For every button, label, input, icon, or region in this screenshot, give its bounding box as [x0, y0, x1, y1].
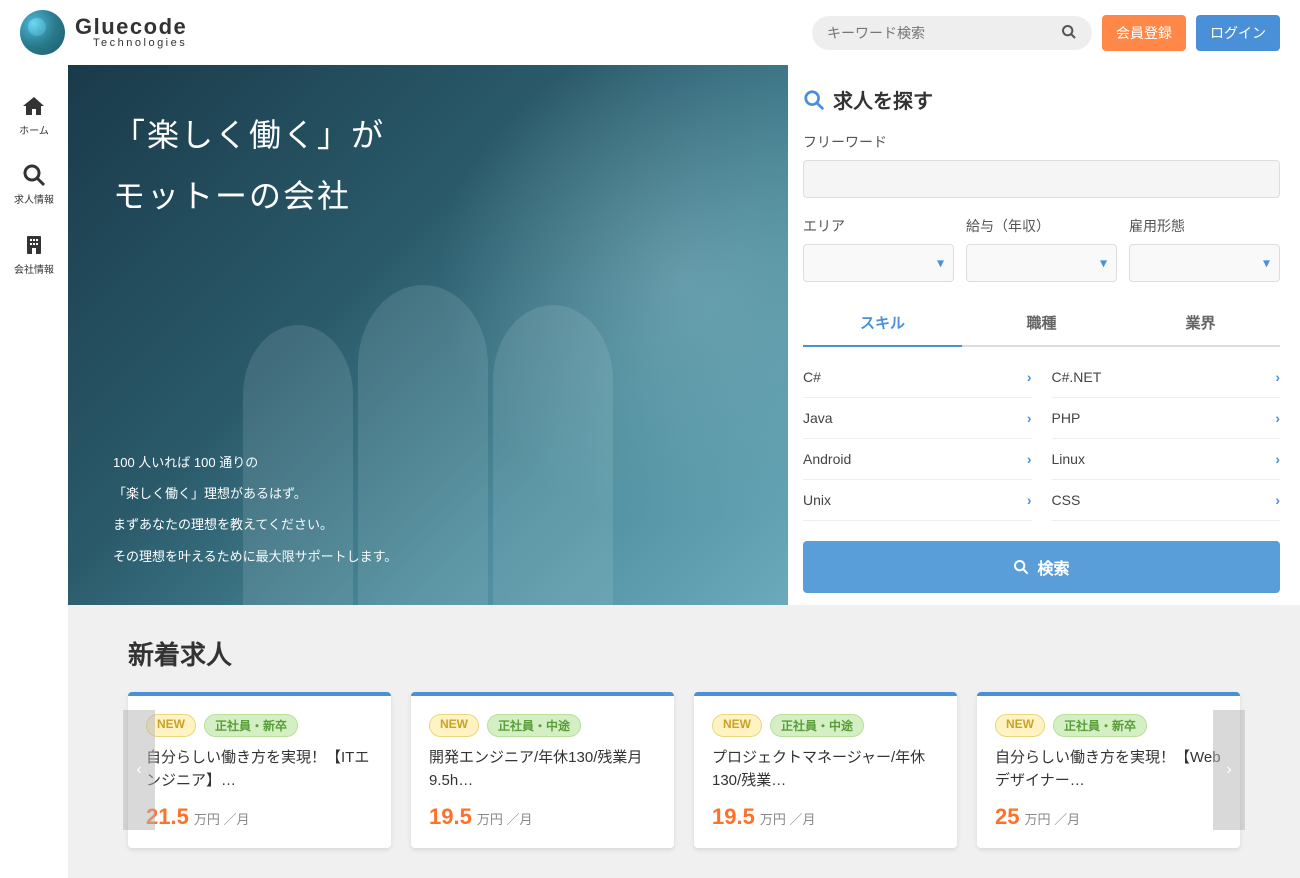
- skill-item[interactable]: Android›: [803, 439, 1032, 480]
- chevron-right-icon: ›: [1275, 451, 1280, 467]
- skill-item[interactable]: Java›: [803, 398, 1032, 439]
- job-card[interactable]: NEW 正社員・中途 開発エンジニア/年休130/残業月9.5h… 19.5万円 …: [411, 692, 674, 848]
- job-salary: 21.5万円 ／月: [146, 804, 373, 830]
- skill-grid: C#› C#.NET› Java› PHP› Android› Linux› U…: [803, 357, 1280, 521]
- register-button[interactable]: 会員登録: [1102, 15, 1186, 51]
- chevron-right-icon: ›: [1027, 492, 1032, 508]
- job-title: プロジェクトマネージャー/年休130/残業…: [712, 747, 939, 792]
- job-card[interactable]: NEW 正社員・中途 プロジェクトマネージャー/年休130/残業… 19.5万円 …: [694, 692, 957, 848]
- sidebar-item-label: 会社情報: [14, 261, 54, 276]
- badge-new: NEW: [995, 714, 1045, 737]
- search-icon: [22, 161, 46, 187]
- badge-type: 正社員・新卒: [204, 714, 298, 737]
- chevron-left-icon: ‹: [136, 761, 141, 779]
- salary-select[interactable]: [966, 244, 1117, 282]
- sidebar-item-company[interactable]: 会社情報: [0, 218, 68, 287]
- sidebar-item-jobs[interactable]: 求人情報: [0, 149, 68, 218]
- tab-skill[interactable]: スキル: [803, 300, 962, 347]
- job-salary: 19.5万円 ／月: [712, 804, 939, 830]
- salary-label: 給与（年収）: [966, 216, 1117, 236]
- building-icon: [22, 230, 46, 256]
- logo-text: Gluecode Technologies: [75, 16, 187, 49]
- job-card[interactable]: NEW正社員・新卒 自分らしい働き方を実現！【ITエンジニア】… 21.5万円 …: [128, 692, 391, 848]
- sidebar-item-home[interactable]: ホーム: [0, 80, 68, 149]
- badge-new: NEW: [429, 714, 479, 737]
- chevron-right-icon: ›: [1226, 761, 1231, 779]
- header-right: 会員登録 ログイン: [812, 15, 1280, 51]
- skill-item[interactable]: CSS›: [1052, 480, 1281, 521]
- area-select[interactable]: [803, 244, 954, 282]
- search-icon[interactable]: [1061, 24, 1077, 42]
- search-icon: [1013, 558, 1029, 576]
- job-card[interactable]: NEW 正社員・新卒 自分らしい働き方を実現！【Webデザイナー… 25万円 ／月: [977, 692, 1240, 848]
- badge-type: 正社員・中途: [770, 714, 864, 737]
- job-title: 自分らしい働き方を実現！【ITエンジニア】…: [146, 747, 373, 792]
- cards: NEW 正社員・新卒 自分らしい働き方を実現！【ITエンジニア】… 21.5万円 …: [128, 692, 1240, 848]
- logo-main: Gluecode: [75, 16, 187, 38]
- new-jobs-heading: 新着求人: [128, 635, 1240, 672]
- skill-item[interactable]: Linux›: [1052, 439, 1281, 480]
- chevron-right-icon: ›: [1027, 451, 1032, 467]
- carousel: ‹ › NEW 正社員・新卒 自分らしい働き方を実現！【ITエンジニア】… 21.…: [128, 692, 1240, 848]
- badge-new: NEW: [712, 714, 762, 737]
- tab-occupation[interactable]: 職種: [962, 300, 1121, 347]
- hero-people-image: [243, 285, 613, 605]
- tab-industry[interactable]: 業界: [1121, 300, 1280, 347]
- login-button[interactable]: ログイン: [1196, 15, 1280, 51]
- chevron-right-icon: ›: [1027, 369, 1032, 385]
- main-container: ホーム 求人情報 会社情報 「楽しく働く」が モットーの会社 100: [0, 65, 1300, 878]
- chevron-right-icon: ›: [1275, 492, 1280, 508]
- hero-row: 「楽しく働く」が モットーの会社 100 人いれば 100 通りの 「楽しく働く…: [68, 65, 1300, 605]
- freeword-label: フリーワード: [803, 132, 1280, 152]
- home-icon: [22, 92, 46, 118]
- carousel-prev-button[interactable]: ‹: [123, 710, 155, 830]
- logo[interactable]: Gluecode Technologies: [20, 10, 187, 55]
- sidebar: ホーム 求人情報 会社情報: [0, 65, 68, 878]
- tabs: スキル 職種 業界: [803, 300, 1280, 347]
- search-icon: [803, 88, 825, 111]
- carousel-next-button[interactable]: ›: [1213, 710, 1245, 830]
- hero: 「楽しく働く」が モットーの会社 100 人いれば 100 通りの 「楽しく働く…: [68, 65, 788, 605]
- filter-row: エリア 給与（年収） 雇用形態: [803, 216, 1280, 282]
- area-label: エリア: [803, 216, 954, 236]
- badge-type: 正社員・新卒: [1053, 714, 1147, 737]
- search-panel: 求人を探す フリーワード エリア 給与（年収） 雇用形態: [788, 65, 1300, 605]
- content: 「楽しく働く」が モットーの会社 100 人いれば 100 通りの 「楽しく働く…: [68, 65, 1300, 878]
- skill-item[interactable]: Unix›: [803, 480, 1032, 521]
- badge-type: 正社員・中途: [487, 714, 581, 737]
- skill-item[interactable]: C#›: [803, 357, 1032, 398]
- header: Gluecode Technologies 会員登録 ログイン: [0, 0, 1300, 65]
- chevron-right-icon: ›: [1275, 369, 1280, 385]
- search-heading-text: 求人を探す: [833, 85, 933, 114]
- logo-sub: Technologies: [75, 38, 187, 49]
- sidebar-item-label: ホーム: [19, 122, 49, 137]
- chevron-right-icon: ›: [1275, 410, 1280, 426]
- job-salary: 19.5万円 ／月: [429, 804, 656, 830]
- search-button-label: 検索: [1037, 555, 1069, 579]
- employment-select[interactable]: [1129, 244, 1280, 282]
- hero-title-2: モットーの会社: [113, 171, 758, 217]
- search-input[interactable]: [827, 25, 1061, 41]
- chevron-right-icon: ›: [1027, 410, 1032, 426]
- job-salary: 25万円 ／月: [995, 804, 1222, 830]
- freeword-input[interactable]: [803, 160, 1280, 198]
- sidebar-item-label: 求人情報: [14, 191, 54, 206]
- employment-label: 雇用形態: [1129, 216, 1280, 236]
- header-search[interactable]: [812, 16, 1092, 50]
- search-button[interactable]: 検索: [803, 541, 1280, 593]
- job-title: 開発エンジニア/年休130/残業月9.5h…: [429, 747, 656, 792]
- logo-icon: [20, 10, 65, 55]
- skill-item[interactable]: PHP›: [1052, 398, 1281, 439]
- job-title: 自分らしい働き方を実現！【Webデザイナー…: [995, 747, 1222, 792]
- search-heading: 求人を探す: [803, 85, 1280, 114]
- hero-title-1: 「楽しく働く」が: [113, 110, 758, 156]
- new-jobs-section: 新着求人 ‹ › NEW 正社員・新卒 自分らしい働き方を実現！【ITエンジニア】…: [68, 605, 1300, 878]
- skill-item[interactable]: C#.NET›: [1052, 357, 1281, 398]
